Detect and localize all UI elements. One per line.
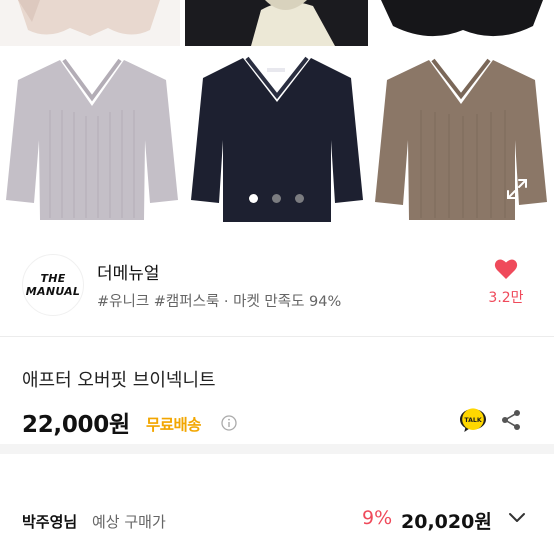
info-icon[interactable]	[221, 415, 237, 431]
gallery-dot-1[interactable]	[249, 194, 258, 203]
share-icon[interactable]	[500, 409, 522, 431]
discount-rate: 9%	[362, 507, 393, 529]
gallery-row-top	[0, 0, 554, 46]
product-image-gallery[interactable]	[0, 0, 554, 231]
free-shipping-badge: 무료배송	[146, 416, 202, 434]
expected-price-label: 예상 구매가	[92, 513, 166, 531]
expand-icon[interactable]	[506, 178, 528, 200]
shop-logo[interactable]: THE MANUAL	[22, 254, 84, 316]
shop-tags: #유니크 #캠퍼스룩 · 마켓 만족도 94%	[97, 294, 342, 310]
expected-price-row[interactable]: 박주영님 예상 구매가 9% 20,020원	[0, 476, 554, 554]
heart-icon	[494, 259, 518, 279]
like-button[interactable]: 3.2만	[486, 258, 526, 307]
black-cream-sweater-image	[185, 0, 368, 46]
gray-sweater-image	[0, 50, 185, 231]
beige-sweater-image	[0, 0, 180, 46]
chevron-down-icon[interactable]	[507, 511, 527, 525]
product-info: 애프터 오버핏 브이넥니트 22,000원 무료배송 TALK	[0, 338, 554, 454]
talk-chat-icon[interactable]: TALK	[459, 406, 487, 434]
like-count: 3.2만	[488, 290, 524, 306]
buyer-name: 박주영님	[22, 513, 78, 531]
gallery-dot-3[interactable]	[295, 194, 304, 203]
shop-logo-line2: MANUAL	[25, 285, 81, 298]
shop-info-row[interactable]: THE MANUAL 더메뉴얼 #유니크 #캠퍼스룩 · 마켓 만족도 94% …	[0, 231, 554, 337]
shop-name[interactable]: 더메뉴얼	[97, 259, 160, 284]
expected-price: 20,020원	[401, 511, 492, 533]
gallery-dot-2[interactable]	[272, 194, 281, 203]
gallery-pagination-dots[interactable]	[249, 194, 307, 204]
shop-logo-line1: THE	[40, 272, 66, 285]
product-price: 22,000원	[22, 412, 130, 438]
product-title: 애프터 오버핏 브이넥니트	[22, 370, 216, 391]
black-sweater-image	[373, 0, 554, 46]
talk-label: TALK	[464, 417, 481, 424]
mocha-sweater-image	[369, 50, 554, 231]
